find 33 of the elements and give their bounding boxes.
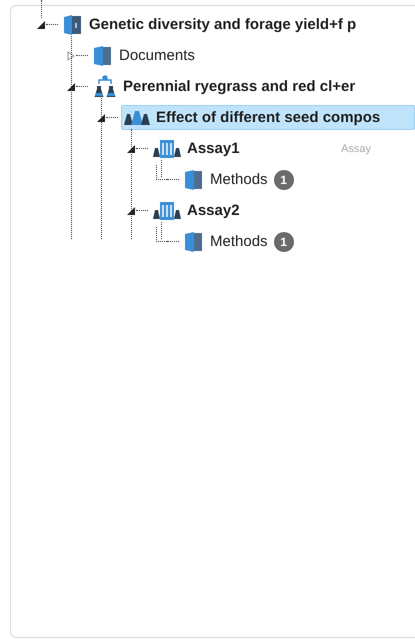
expanded-toggle-icon[interactable] [126,206,136,216]
expanded-toggle-icon[interactable] [96,112,106,122]
tree-item[interactable]: Assay1 Assay [151,136,415,162]
item-label: Assay1 [187,140,240,157]
tree-item[interactable]: Genetic diversity and forage yield+f p [61,10,415,38]
item-label: Methods [210,171,268,188]
item-label: Genetic diversity and forage yield+f p [89,16,356,33]
item-label: Documents [119,47,195,64]
tree-item[interactable]: Perennial ryegrass and red cl+er [91,72,415,102]
flasks-grid-icon [153,138,181,158]
tree-item[interactable]: Methods 1 [182,166,415,194]
collapsed-toggle-icon[interactable] [66,50,76,60]
item-label: Perennial ryegrass and red cl+er [123,78,356,95]
item-label: Methods [210,233,268,250]
tree-item[interactable]: Effect of different seed compos [121,105,415,130]
count-badge: 1 [274,170,294,190]
flasks-icon [93,74,117,98]
tree-item[interactable]: Documents [91,42,415,70]
item-label: Assay2 [187,202,240,219]
count-badge: 1 [274,232,294,252]
expanded-toggle-icon[interactable] [36,20,46,30]
book-icon [93,44,113,66]
flasks-icon [124,110,150,126]
book-icon [184,230,204,252]
tree-item[interactable]: Assay2 [151,198,415,224]
type-label: Assay [341,142,371,154]
book-icon [63,14,83,36]
expanded-toggle-icon[interactable] [66,82,76,92]
item-label: Effect of different seed compos [156,109,380,126]
tree-item[interactable]: Methods 1 [182,228,415,256]
flasks-grid-icon [153,200,181,220]
expanded-toggle-icon[interactable] [126,144,136,154]
book-icon [184,168,204,190]
